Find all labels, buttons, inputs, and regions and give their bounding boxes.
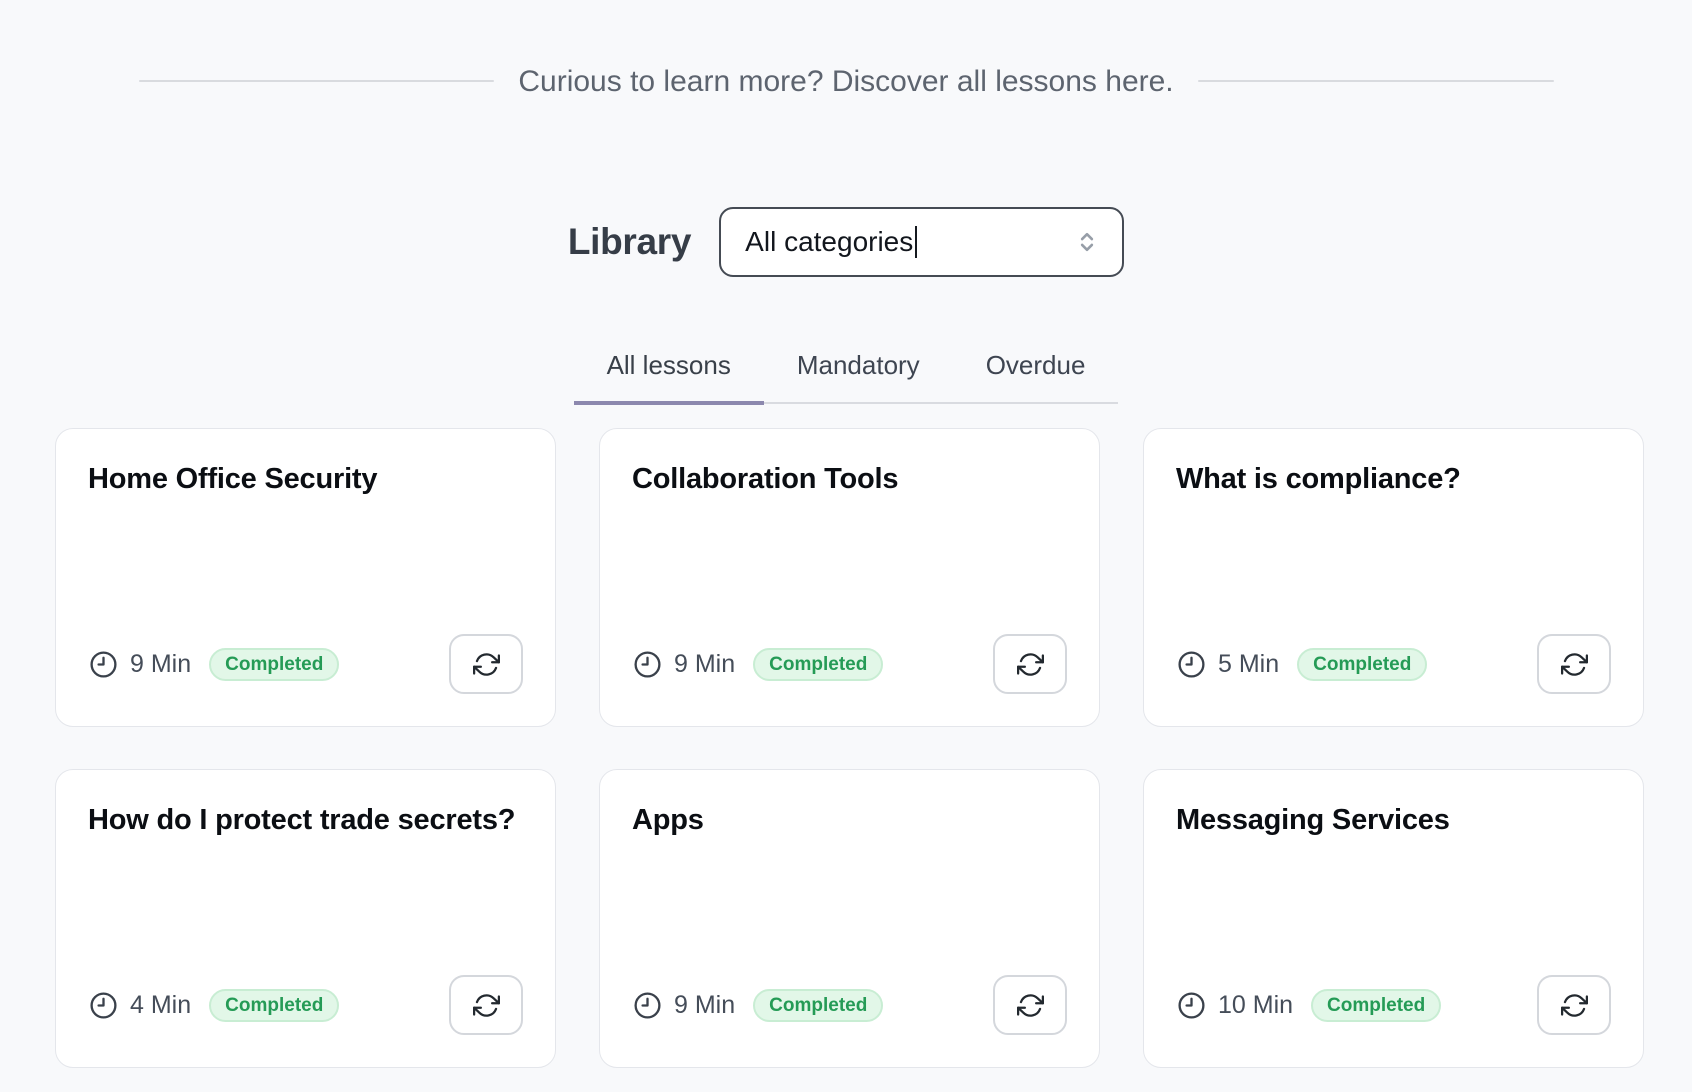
restart-lesson-button[interactable] — [993, 975, 1067, 1035]
lesson-card-footer: 9 Min Completed — [632, 975, 1067, 1035]
status-badge: Completed — [753, 648, 883, 681]
lesson-title: Collaboration Tools — [632, 463, 1067, 496]
refresh-icon — [1017, 992, 1044, 1019]
lesson-duration: 10 Min — [1218, 991, 1293, 1020]
tab-all-lessons[interactable]: All lessons — [574, 349, 764, 406]
lesson-card-footer: 10 Min Completed — [1176, 975, 1611, 1035]
lesson-title: How do I protect trade secrets? — [88, 804, 523, 837]
lesson-duration: 9 Min — [674, 991, 735, 1020]
right-divider-line — [1198, 80, 1554, 82]
discover-heading-row: Curious to learn more? Discover all less… — [139, 40, 1554, 123]
lesson-duration: 4 Min — [130, 991, 191, 1020]
chevron-up-down-icon — [1074, 229, 1100, 255]
left-divider-line — [139, 80, 495, 82]
restart-lesson-button[interactable] — [993, 634, 1067, 694]
lesson-card[interactable]: Messaging Services 10 Min Completed — [1143, 769, 1644, 1068]
restart-lesson-button[interactable] — [449, 634, 523, 694]
lesson-card-footer: 4 Min Completed — [88, 975, 523, 1035]
refresh-icon — [1561, 651, 1588, 678]
lesson-grid: Home Office Security 9 Min Completed Col… — [55, 428, 1644, 1068]
lesson-title: Home Office Security — [88, 463, 523, 496]
lesson-title: Apps — [632, 804, 1067, 837]
restart-lesson-button[interactable] — [449, 975, 523, 1035]
status-badge: Completed — [1311, 989, 1441, 1022]
lesson-card[interactable]: Home Office Security 9 Min Completed — [55, 428, 556, 727]
restart-lesson-button[interactable] — [1537, 975, 1611, 1035]
lesson-duration: 9 Min — [130, 650, 191, 679]
status-badge: Completed — [753, 989, 883, 1022]
lesson-card[interactable]: What is compliance? 5 Min Completed — [1143, 428, 1644, 727]
category-select[interactable]: All categories — [719, 207, 1124, 277]
clock-icon — [88, 649, 119, 680]
library-header: Library All categories — [0, 207, 1692, 277]
lesson-tabs: All lessons Mandatory Overdue — [0, 349, 1692, 405]
tab-overdue[interactable]: Overdue — [953, 349, 1119, 406]
clock-icon — [88, 990, 119, 1021]
lesson-card[interactable]: How do I protect trade secrets? 4 Min Co… — [55, 769, 556, 1068]
refresh-icon — [1017, 651, 1044, 678]
lesson-card[interactable]: Collaboration Tools 9 Min Completed — [599, 428, 1100, 727]
lesson-title: What is compliance? — [1176, 463, 1611, 496]
library-page: Curious to learn more? Discover all less… — [0, 40, 1692, 1068]
restart-lesson-button[interactable] — [1537, 634, 1611, 694]
clock-icon — [1176, 649, 1207, 680]
lesson-card-footer: 9 Min Completed — [88, 634, 523, 694]
text-caret — [915, 226, 917, 258]
status-badge: Completed — [209, 989, 339, 1022]
lesson-card-footer: 9 Min Completed — [632, 634, 1067, 694]
lesson-card[interactable]: Apps 9 Min Completed — [599, 769, 1100, 1068]
refresh-icon — [473, 992, 500, 1019]
refresh-icon — [473, 651, 500, 678]
lesson-duration: 9 Min — [674, 650, 735, 679]
lesson-title: Messaging Services — [1176, 804, 1611, 837]
status-badge: Completed — [1297, 648, 1427, 681]
refresh-icon — [1561, 992, 1588, 1019]
clock-icon — [1176, 990, 1207, 1021]
page-title: Library — [568, 221, 691, 263]
status-badge: Completed — [209, 648, 339, 681]
discover-heading: Curious to learn more? Discover all less… — [518, 65, 1173, 98]
clock-icon — [632, 649, 663, 680]
lesson-duration: 5 Min — [1218, 650, 1279, 679]
tab-mandatory[interactable]: Mandatory — [764, 349, 953, 406]
clock-icon — [632, 990, 663, 1021]
lesson-card-footer: 5 Min Completed — [1176, 634, 1611, 694]
category-select-value: All categories — [745, 226, 913, 258]
tabbar: All lessons Mandatory Overdue — [574, 349, 1119, 405]
